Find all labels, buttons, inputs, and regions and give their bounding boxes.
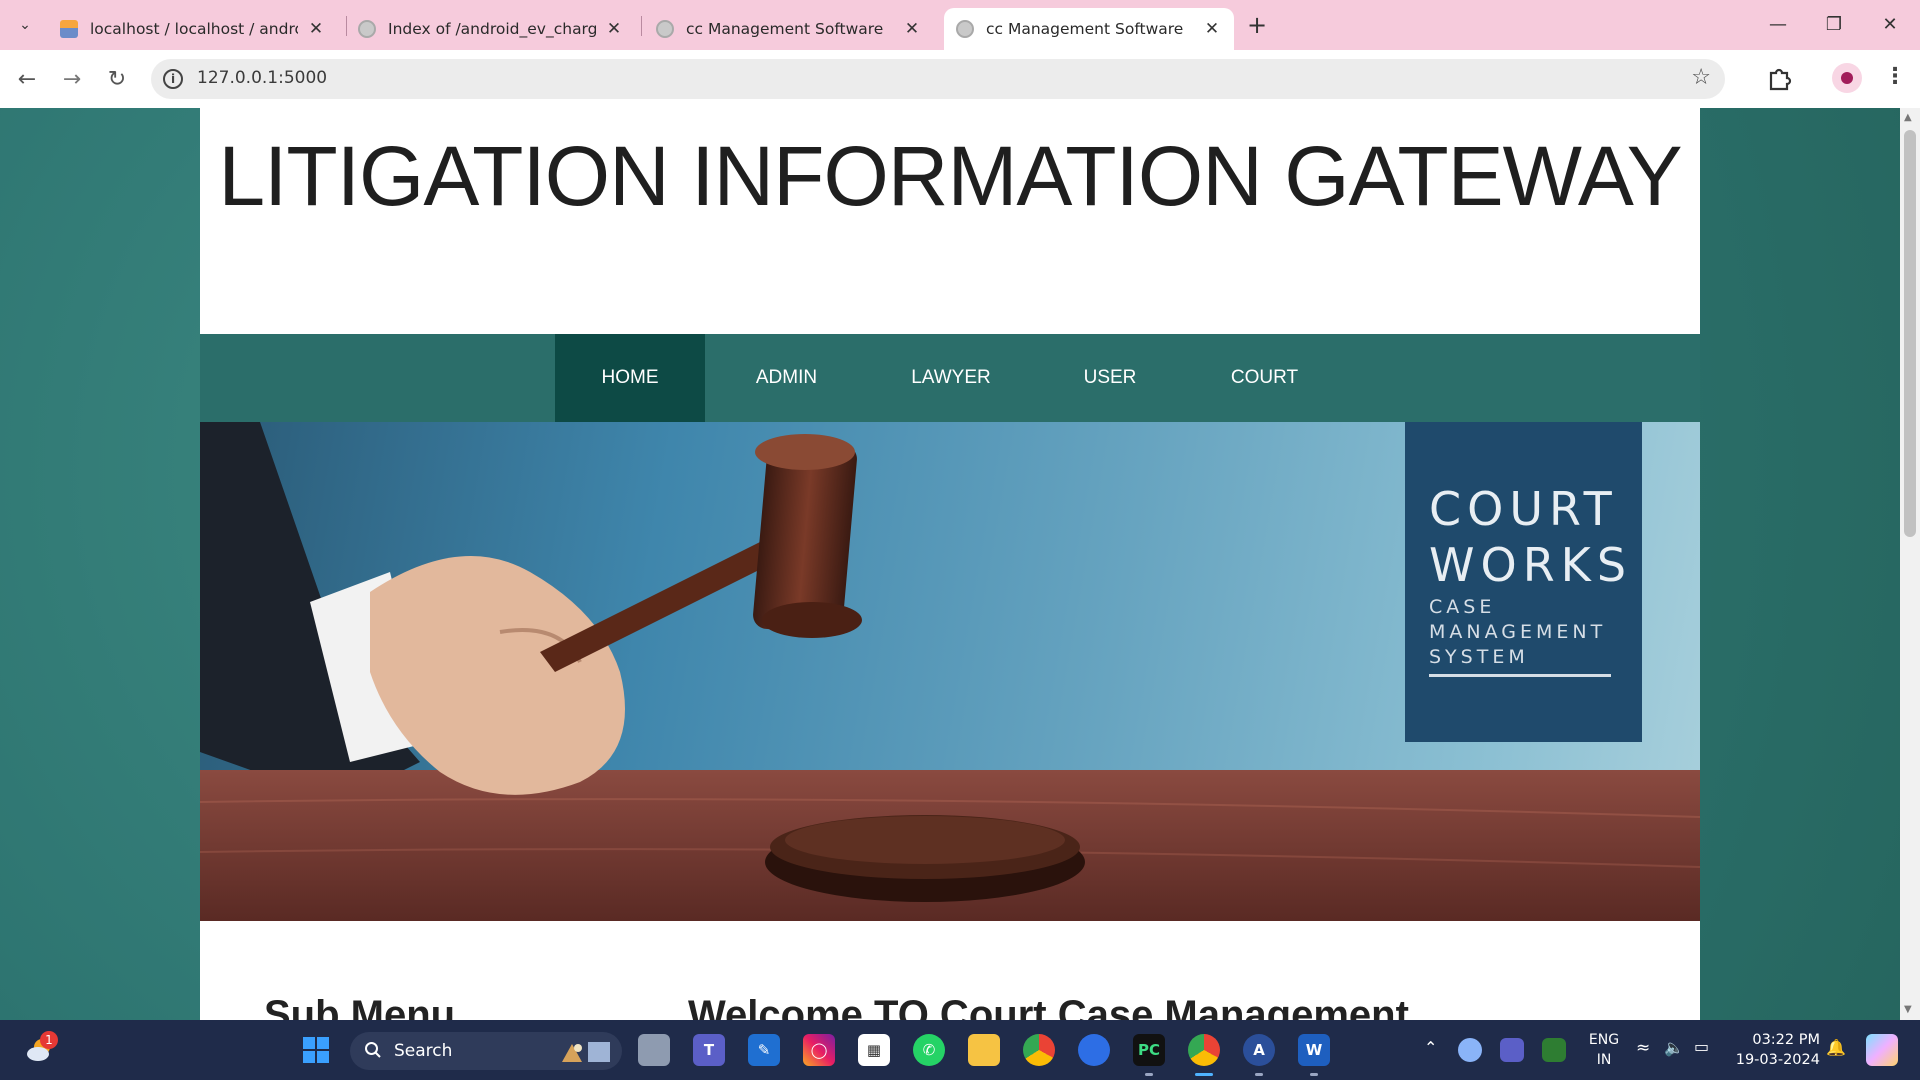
minimize-icon[interactable]: — <box>1750 6 1806 42</box>
browser-tab[interactable]: localhost / localhost / android_e ✕ <box>48 8 338 50</box>
globe-icon <box>358 20 376 38</box>
language-code: ENG <box>1588 1032 1620 1048</box>
browser-toolbar: ← → ↻ i 127.0.0.1:5000 ☆ <box>0 50 1920 108</box>
window-close-icon[interactable]: ✕ <box>1862 6 1918 42</box>
url-text[interactable]: 127.0.0.1:5000 <box>197 68 327 88</box>
site-info-icon[interactable]: i <box>163 69 183 89</box>
tab-search-chevron-icon[interactable]: ⌄ <box>9 9 41 41</box>
scroll-down-arrow-icon[interactable]: ▼ <box>1904 1004 1912 1015</box>
back-icon[interactable]: ← <box>12 64 42 94</box>
tab-title: cc Management Software <box>986 20 1184 38</box>
reload-icon[interactable]: ↻ <box>102 64 132 94</box>
system-clock[interactable]: 03:22 PM 19-03-2024 <box>1734 1030 1820 1070</box>
pycharm-icon[interactable]: PC <box>1133 1034 1165 1066</box>
volume-icon[interactable]: 🔈 <box>1664 1038 1684 1057</box>
nav-court[interactable]: COURT <box>1186 334 1343 422</box>
logo-line-court: COURT <box>1429 482 1618 536</box>
start-icon[interactable] <box>300 1034 332 1066</box>
site-title: LITIGATION INFORMATION GATEWAY <box>218 129 1682 223</box>
nav-admin[interactable]: ADMIN <box>705 334 868 422</box>
running-indicator <box>1310 1073 1318 1076</box>
security-shield-icon[interactable] <box>1542 1038 1566 1062</box>
running-indicator <box>1145 1073 1153 1076</box>
tab-title: localhost / localhost / android_e <box>90 20 298 38</box>
tray-overflow-chevron-icon[interactable]: ⌃ <box>1424 1038 1437 1057</box>
bookmark-star-icon[interactable]: ☆ <box>1691 65 1711 90</box>
globe-icon <box>956 20 974 38</box>
new-tab-plus-icon[interactable]: + <box>1242 10 1272 40</box>
page-scrollbar[interactable]: ▲ ▼ <box>1900 108 1920 1020</box>
page-container: LITIGATION INFORMATION GATEWAY HOME ADMI… <box>200 108 1700 1020</box>
page-viewport: LITIGATION INFORMATION GATEWAY HOME ADMI… <box>0 108 1900 1020</box>
teams-tray-icon[interactable] <box>1500 1038 1524 1062</box>
instagram-icon[interactable]: ◯ <box>803 1034 835 1066</box>
folder-icon[interactable] <box>968 1034 1000 1066</box>
logo-line-case: CASE <box>1429 596 1496 618</box>
edge-icon[interactable] <box>1078 1034 1110 1066</box>
copilot-icon[interactable] <box>1866 1034 1898 1066</box>
tab-separator <box>641 16 642 36</box>
word-icon[interactable]: W <box>1298 1034 1330 1066</box>
logo-line-system: SYSTEM <box>1429 646 1529 668</box>
language-indicator[interactable]: ENG IN <box>1586 1030 1622 1070</box>
clock-time: 03:22 PM <box>1752 1032 1820 1048</box>
scrollbar-thumb[interactable] <box>1904 130 1916 537</box>
nav-user[interactable]: USER <box>1034 334 1186 422</box>
logo-rule <box>1429 674 1611 677</box>
nav-home[interactable]: HOME <box>555 334 705 422</box>
restore-icon[interactable]: ❐ <box>1806 6 1862 42</box>
teams-icon[interactable]: T <box>693 1034 725 1066</box>
address-bar[interactable]: i 127.0.0.1:5000 ☆ <box>151 59 1725 99</box>
whatsapp-icon[interactable]: ✆ <box>913 1034 945 1066</box>
search-highlight-icon <box>562 1042 610 1062</box>
profile-avatar-icon[interactable] <box>1832 63 1862 93</box>
hero-banner: COURT WORKS CASE MANAGEMENT SYSTEM <box>200 422 1700 921</box>
battery-icon[interactable]: ▭ <box>1694 1037 1709 1056</box>
logo-line-management: MANAGEMENT <box>1429 621 1607 643</box>
close-icon[interactable]: ✕ <box>306 19 326 39</box>
tab-strip: ⌄ localhost / localhost / android_e ✕ In… <box>0 0 1920 50</box>
file-explorer-icon[interactable] <box>638 1034 670 1066</box>
main-navigation: HOME ADMIN LAWYER USER COURT <box>200 334 1700 422</box>
close-icon[interactable]: ✕ <box>604 19 624 39</box>
microsoft-store-icon[interactable]: ▦ <box>858 1034 890 1066</box>
forward-icon[interactable]: → <box>57 64 87 94</box>
court-works-logo: COURT WORKS CASE MANAGEMENT SYSTEM <box>1405 422 1642 742</box>
active-indicator <box>1195 1073 1213 1076</box>
notification-bell-icon[interactable]: 🔔 <box>1826 1038 1846 1057</box>
onedrive-icon[interactable] <box>1458 1038 1482 1062</box>
globe-icon <box>656 20 674 38</box>
browser-tab-active[interactable]: cc Management Software ✕ <box>944 8 1234 50</box>
tab-title: cc Management Software <box>686 20 884 38</box>
power-automate-icon[interactable]: ✎ <box>748 1034 780 1066</box>
running-indicator <box>1255 1073 1263 1076</box>
weather-notification-badge: 1 <box>40 1031 58 1049</box>
sub-menu-heading: Sub Menu <box>264 993 456 1020</box>
chrome-active-icon[interactable] <box>1188 1034 1220 1066</box>
close-icon[interactable]: ✕ <box>1202 19 1222 39</box>
logo-line-works: WORKS <box>1429 538 1633 592</box>
search-icon <box>365 1042 381 1058</box>
search-label: Search <box>394 1041 453 1061</box>
welcome-heading: Welcome TO Court Case Management <box>688 993 1409 1020</box>
browser-tab[interactable]: cc Management Software ✕ <box>644 8 934 50</box>
nav-lawyer[interactable]: LAWYER <box>868 334 1034 422</box>
tab-title: Index of /android_ev_charging <box>388 20 596 38</box>
extensions-puzzle-icon[interactable] <box>1767 65 1793 91</box>
wifi-icon[interactable]: ≈ <box>1636 1038 1650 1058</box>
visual-studio-icon[interactable]: A <box>1243 1034 1275 1066</box>
scroll-up-arrow-icon[interactable]: ▲ <box>1904 112 1912 123</box>
browser-tab[interactable]: Index of /android_ev_charging ✕ <box>346 8 636 50</box>
clock-date: 19-03-2024 <box>1735 1052 1820 1068</box>
chrome-icon[interactable] <box>1023 1034 1055 1066</box>
taskbar-search[interactable]: Search <box>350 1032 622 1070</box>
more-menu-icon[interactable]: ⋮ <box>1884 64 1906 89</box>
close-icon[interactable]: ✕ <box>902 19 922 39</box>
phpmyadmin-icon <box>60 20 78 38</box>
region-code: IN <box>1596 1052 1612 1068</box>
windows-taskbar: Search T ✎ ◯ ▦ ✆ PC A W ⌃ ENG IN ≈ 🔈 ▭ 0… <box>0 1020 1920 1080</box>
